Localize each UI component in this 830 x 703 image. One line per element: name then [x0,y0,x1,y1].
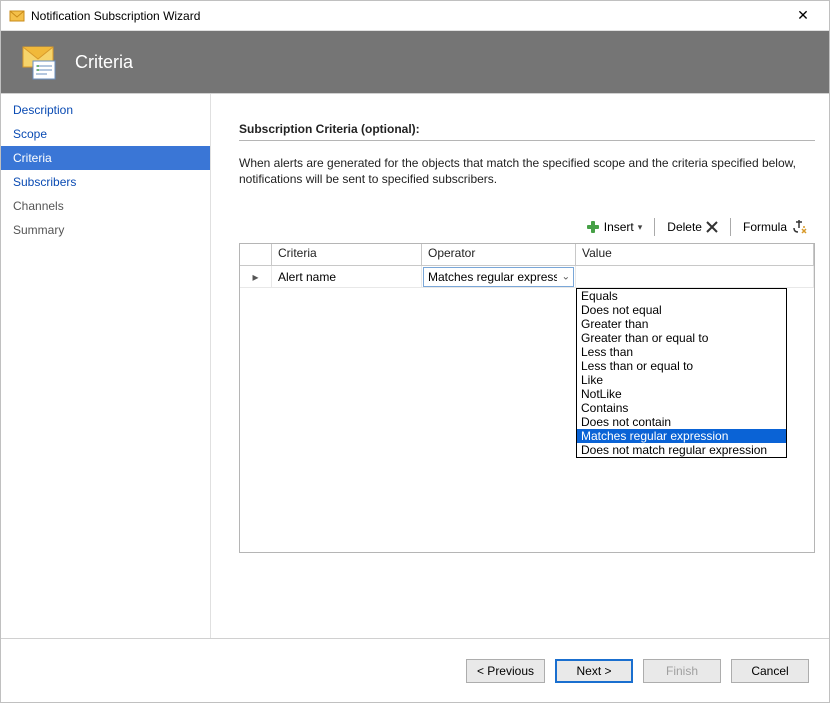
banner: Criteria [1,31,829,93]
banner-icon [19,41,61,83]
operator-option[interactable]: NotLike [577,387,786,401]
sidebar-item-criteria[interactable]: Criteria [1,146,210,170]
body: Description Scope Criteria Subscribers C… [1,93,829,638]
grid-header: Criteria Operator Value [240,244,814,266]
insert-button[interactable]: Insert ▾ [584,218,645,236]
operator-option[interactable]: Equals [577,289,786,303]
operator-option[interactable]: Does not contain [577,415,786,429]
operator-dropdown[interactable]: EqualsDoes not equalGreater thanGreater … [576,288,787,458]
close-button[interactable]: ✕ [785,2,821,30]
grid-header-operator[interactable]: Operator [422,244,576,265]
sidebar-item-channels[interactable]: Channels [1,194,210,218]
grid-row[interactable]: ▸ Alert name Matches regular expression … [240,266,814,288]
cell-value[interactable] [576,266,814,287]
section-description: When alerts are generated for the object… [239,155,815,187]
cancel-button[interactable]: Cancel [731,659,809,683]
delete-label: Delete [667,220,702,234]
plus-icon [586,220,600,234]
app-icon [9,8,25,24]
chevron-down-icon: ⌄ [562,271,570,282]
finish-button: Finish [643,659,721,683]
formula-button[interactable]: Formula [741,217,809,237]
grid-header-indicator [240,244,272,265]
grid-header-criteria[interactable]: Criteria [272,244,422,265]
operator-option[interactable]: Less than or equal to [577,359,786,373]
operator-option[interactable]: Greater than or equal to [577,331,786,345]
toolbar-separator [654,218,655,236]
cell-operator[interactable]: Matches regular expression ⌄ [422,266,576,287]
row-indicator-icon: ▸ [240,266,272,287]
window-title: Notification Subscription Wizard [31,9,785,23]
operator-option[interactable]: Less than [577,345,786,359]
next-button[interactable]: Next > [555,659,633,683]
operator-option[interactable]: Greater than [577,317,786,331]
titlebar: Notification Subscription Wizard ✕ [1,1,829,31]
toolbar-separator [730,218,731,236]
grid-toolbar: Insert ▾ Delete Formula [239,217,815,243]
operator-combobox[interactable]: Matches regular expression ⌄ [423,267,574,287]
formula-icon [791,219,807,235]
operator-option[interactable]: Matches regular expression [577,429,786,443]
sidebar-item-scope[interactable]: Scope [1,122,210,146]
operator-option[interactable]: Does not equal [577,303,786,317]
sidebar-item-subscribers[interactable]: Subscribers [1,170,210,194]
cell-criteria[interactable]: Alert name [272,266,422,287]
previous-button[interactable]: < Previous [466,659,545,683]
grid-header-value[interactable]: Value [576,244,814,265]
wizard-window: Notification Subscription Wizard ✕ Crite… [0,0,830,703]
dropdown-arrow-icon: ▾ [638,222,643,233]
section-title: Subscription Criteria (optional): [239,122,815,141]
criteria-grid: Criteria Operator Value ▸ Alert name Mat… [239,243,815,553]
banner-title: Criteria [75,52,133,73]
footer: < Previous Next > Finish Cancel [1,638,829,702]
operator-option[interactable]: Contains [577,401,786,415]
delete-button[interactable]: Delete [665,218,720,236]
operator-option[interactable]: Like [577,373,786,387]
sidebar: Description Scope Criteria Subscribers C… [1,94,211,638]
insert-label: Insert [604,220,634,234]
content: Subscription Criteria (optional): When a… [211,94,829,638]
operator-option[interactable]: Does not match regular expression [577,443,786,457]
x-icon [706,221,718,233]
sidebar-item-summary[interactable]: Summary [1,218,210,242]
operator-combobox-value: Matches regular expression [428,270,557,284]
formula-label: Formula [743,220,787,234]
sidebar-item-description[interactable]: Description [1,98,210,122]
